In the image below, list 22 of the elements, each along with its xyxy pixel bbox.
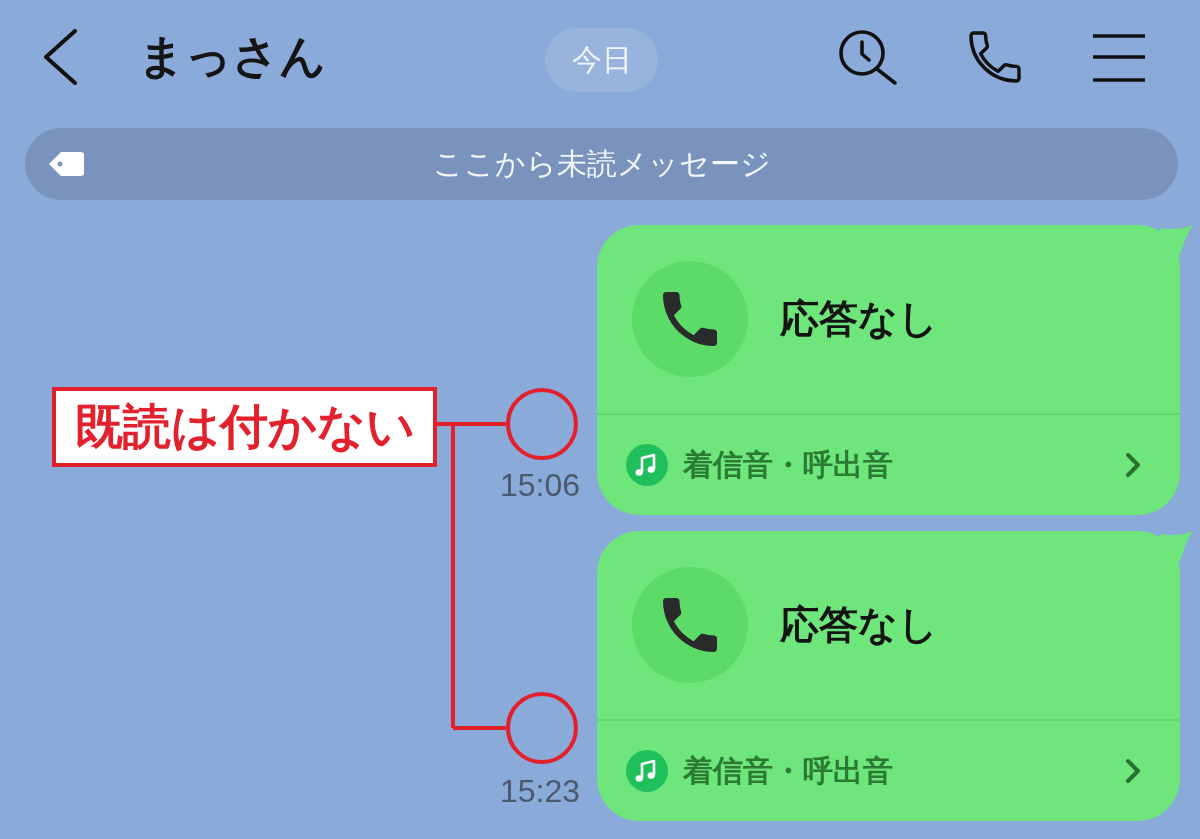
music-note-icon [626,750,668,792]
highlight-circle [506,692,578,764]
music-note-icon [626,444,668,486]
search-icon[interactable] [838,29,898,85]
annotation-label: 既読は付かない [52,387,437,467]
phone-icon[interactable] [966,29,1024,85]
date-label: 今日 [545,28,658,92]
back-icon[interactable] [42,29,78,85]
ringtone-button[interactable]: 着信音・呼出音 [597,721,1180,821]
chat-title: まっさん [138,28,326,85]
call-status: 応答なし [780,601,938,649]
phone-icon [632,567,748,683]
chevron-right-icon [1125,452,1141,478]
call-status: 応答なし [780,295,938,343]
highlight-circle [506,388,578,460]
message-time: 15:06 [499,469,580,501]
chevron-right-icon [1125,758,1141,784]
ringtone-button[interactable]: 着信音・呼出音 [597,415,1180,515]
phone-icon [632,261,748,377]
unread-text: ここから未読メッセージ [432,144,772,183]
message-time: 15:23 [499,775,580,807]
tag-icon [49,152,84,176]
